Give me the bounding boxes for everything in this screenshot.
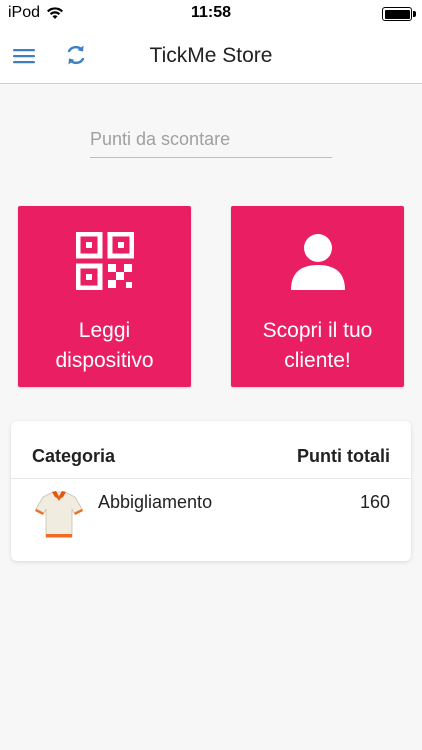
row-category-name: Abbigliamento — [98, 492, 213, 512]
page-title: TickMe Store — [149, 44, 273, 67]
status-bar: iPod 11:58 — [0, 0, 422, 28]
battery-icon — [382, 7, 416, 21]
status-time: 11:58 — [190, 4, 232, 21]
category-points-card: Categoria Punti totali Abbigliamento 160 — [11, 421, 411, 561]
app-header: TickMe Store — [0, 28, 422, 84]
user-icon — [290, 234, 345, 290]
read-device-button[interactable]: Leggi dispositivo — [18, 206, 191, 387]
column-header-points: Punti totali — [297, 446, 390, 466]
qr-code-icon — [75, 232, 134, 290]
battery-fill — [384, 9, 410, 19]
read-device-label: Leggi dispositivo — [55, 319, 154, 372]
row-points-value: 160 — [359, 492, 390, 512]
table-header: Categoria Punti totali — [11, 421, 411, 479]
shirt-icon — [35, 491, 83, 538]
battery-cap — [413, 11, 416, 17]
table-row[interactable]: Abbigliamento 160 — [11, 479, 411, 549]
find-customer-button[interactable]: Scopri il tuo cliente! — [231, 206, 404, 387]
find-customer-label: Scopri il tuo cliente! — [262, 319, 373, 372]
points-input[interactable] — [90, 122, 332, 158]
column-header-category: Categoria — [32, 446, 116, 466]
